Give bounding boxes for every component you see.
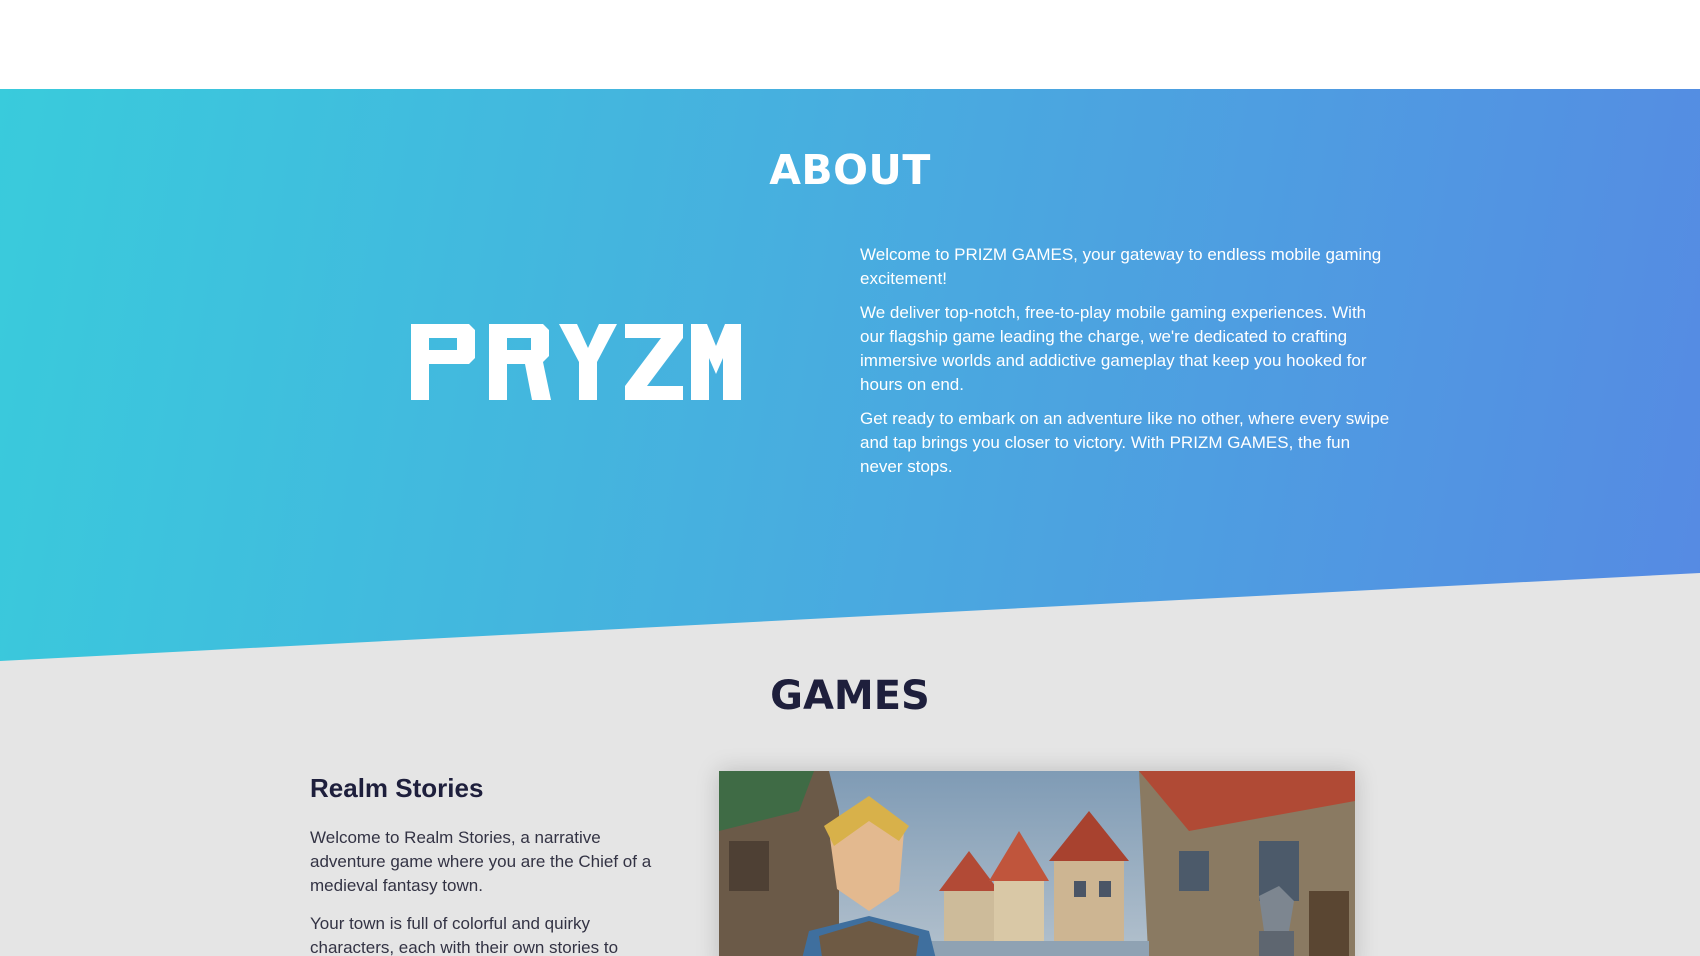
game-description: Welcome to Realm Stories, a narrative ad… [310, 826, 666, 956]
about-paragraph: We deliver top-notch, free-to-play mobil… [860, 303, 1367, 394]
about-text: Welcome to PRIZM GAMES, your gateway to … [860, 243, 1392, 489]
top-bar [0, 0, 1700, 89]
game-paragraph: Your town is full of colorful and quirky… [310, 914, 619, 956]
games-title: GAMES [770, 673, 930, 719]
game-paragraph: Welcome to Realm Stories, a narrative ad… [310, 828, 652, 895]
about-paragraph: Get ready to embark on an adventure like… [860, 409, 1390, 476]
prizm-logo [411, 324, 741, 400]
about-paragraph: Welcome to PRIZM GAMES, your gateway to … [860, 245, 1382, 288]
game-screenshot-image [719, 771, 1355, 956]
page: ABOUT Welcome to PRIZM GAMES, your gatew… [0, 0, 1700, 956]
about-title: ABOUT [769, 146, 931, 194]
game-title: Realm Stories [310, 773, 484, 803]
